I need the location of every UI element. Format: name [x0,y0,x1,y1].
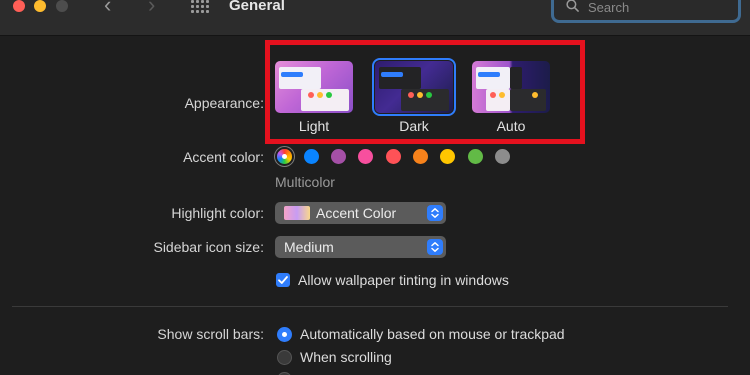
search-icon [566,0,579,12]
checkmark-icon [278,276,288,284]
highlight-color-label: Highlight color: [171,205,264,221]
search-field[interactable] [551,0,741,23]
dark-green-dot [426,92,432,98]
theme-light-label[interactable]: Light [275,118,353,134]
dark-red-dot [408,92,414,98]
dark-accent-bar [381,72,403,77]
light-green-dot [326,92,332,98]
highlight-color-swatch [284,206,310,220]
scroll-bars-label: Show scroll bars: [157,326,264,342]
close-button[interactable] [13,0,25,12]
wallpaper-tinting-label[interactable]: Allow wallpaper tinting in windows [298,272,509,288]
minimize-button[interactable] [34,0,46,12]
scroll-bars-option-automatic[interactable]: Automatically based on mouse or trackpad [300,326,565,342]
highlight-color-popup[interactable]: Accent Color [275,202,446,224]
dark-window-preview [379,67,421,89]
accent-swatch-red[interactable] [386,149,401,164]
light-red-dot [308,92,314,98]
accent-swatch-green[interactable] [468,149,483,164]
search-input[interactable] [588,0,728,15]
highlight-color-value: Accent Color [316,205,397,221]
auto-window-preview-light [476,67,510,89]
light-accent-bar [281,72,303,77]
wallpaper-tinting-checkbox[interactable] [276,273,290,287]
appearance-label: Appearance: [184,95,264,111]
accent-swatch-purple[interactable] [331,149,346,164]
accent-swatch-multicolor[interactable] [277,149,292,164]
chevron-updown-icon [427,205,443,221]
light-window-preview [279,67,321,89]
auto-yellow-dot-dark [532,92,538,98]
accent-selected-name: Multicolor [275,174,335,190]
auto-window-preview-dark [510,67,522,89]
title-bar: ‹ › General [0,0,750,36]
auto-red-dot [490,92,496,98]
sidebar-icon-size-popup[interactable]: Medium [275,236,446,258]
zoom-button[interactable] [56,0,68,12]
accent-color-label: Accent color: [183,149,264,165]
forward-icon[interactable]: › [148,0,155,18]
theme-light-thumbnail[interactable] [275,61,353,113]
grid-icon[interactable] [191,0,211,14]
accent-swatch-pink[interactable] [358,149,373,164]
auto-accent-bar [478,72,500,77]
scroll-bars-radio-automatic[interactable] [277,327,292,342]
accent-swatch-yellow[interactable] [440,149,455,164]
light-yellow-dot [317,92,323,98]
dark-yellow-dot [417,92,423,98]
chevron-updown-icon [427,239,443,255]
accent-swatch-blue[interactable] [304,149,319,164]
accent-swatch-orange[interactable] [413,149,428,164]
sidebar-icon-size-value: Medium [284,239,334,255]
back-icon[interactable]: ‹ [104,0,111,18]
theme-dark-label[interactable]: Dark [375,118,453,134]
theme-auto-label[interactable]: Auto [472,118,550,134]
window-title: General [229,0,285,14]
sidebar-icon-size-label: Sidebar icon size: [153,239,264,255]
section-divider [12,306,728,307]
scroll-bars-radio-when-scrolling[interactable] [277,350,292,365]
auto-window-front-dark [510,89,546,111]
theme-auto-thumbnail[interactable] [472,61,550,113]
accent-swatch-graphite[interactable] [495,149,510,164]
scroll-bars-option-when-scrolling[interactable]: When scrolling [300,349,392,365]
auto-yellow-dot [499,92,505,98]
theme-dark-thumbnail[interactable] [372,58,456,116]
